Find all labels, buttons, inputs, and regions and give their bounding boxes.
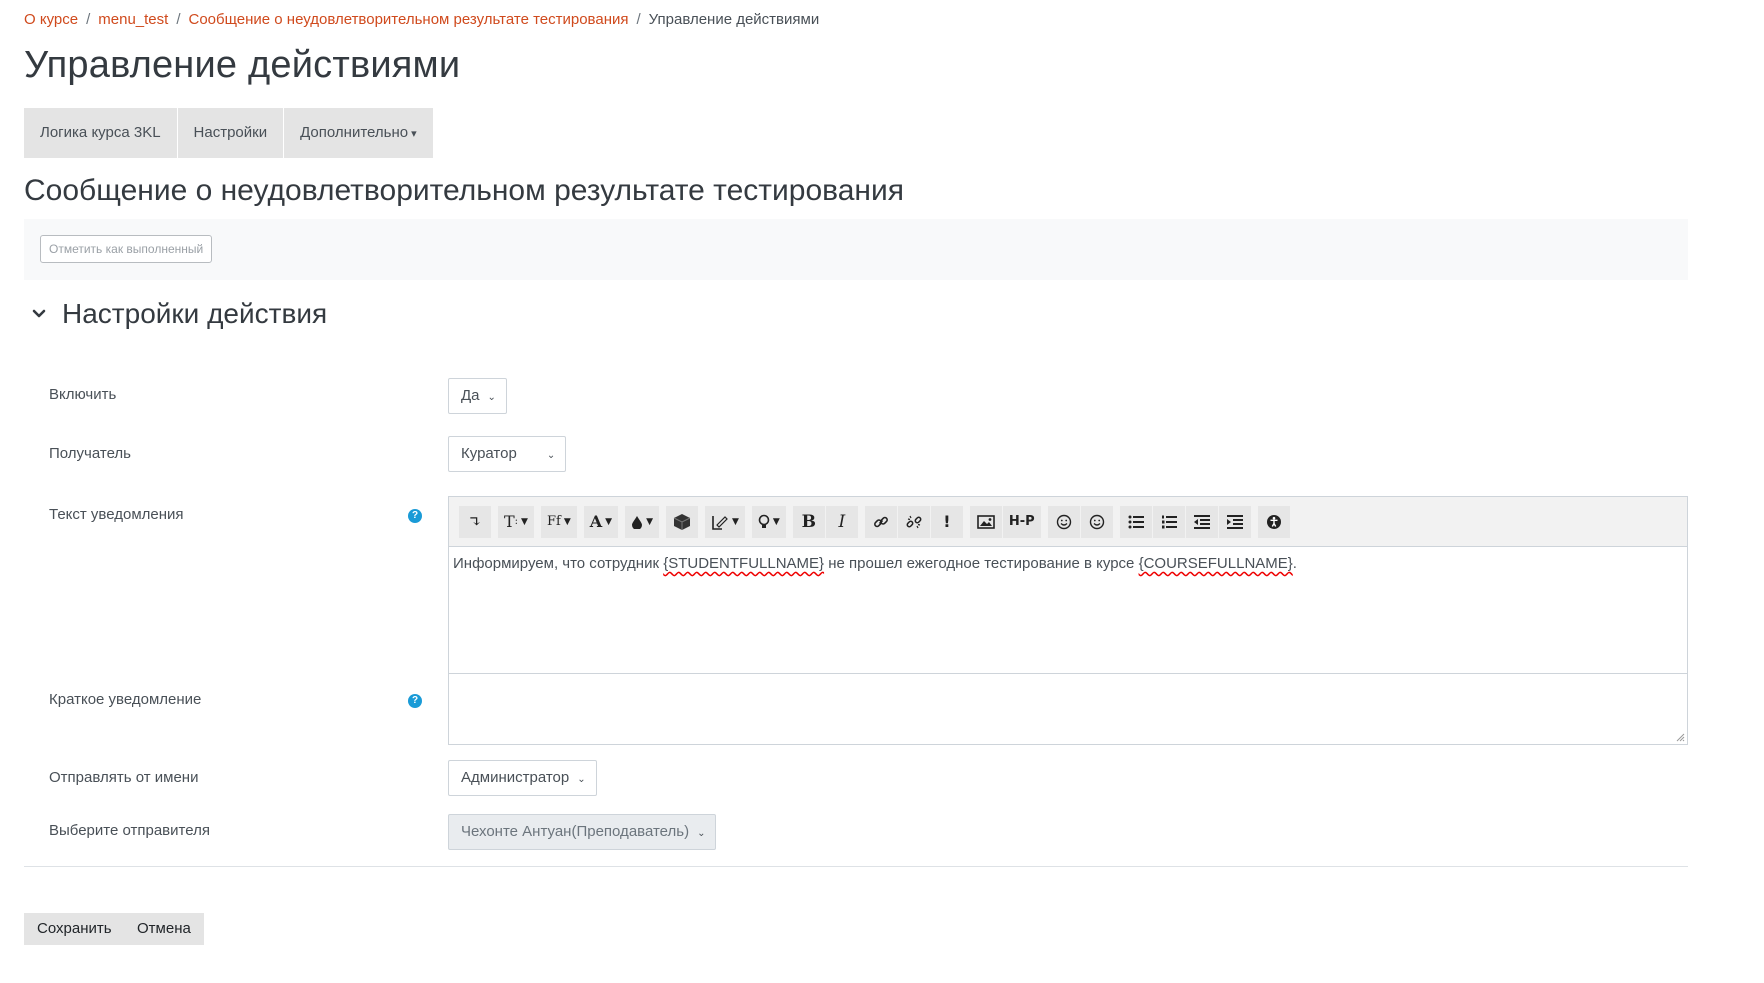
outdent-icon[interactable] [1185, 505, 1218, 538]
ordered-list-icon[interactable] [1152, 505, 1185, 538]
sender-value: Чехонте Антуан(Преподаватель) [461, 823, 690, 840]
recipient-label: Получатель [49, 445, 131, 462]
resize-handle-icon[interactable] [1675, 732, 1685, 742]
cancel-button[interactable]: Отмена [124, 913, 204, 945]
form-divider [24, 866, 1688, 867]
sender-label: Выберите отправителя [49, 822, 210, 839]
chevron-down-icon: ⌄ [577, 774, 586, 785]
section-header[interactable]: Настройки действия [32, 298, 327, 330]
smiley-icon [1056, 514, 1071, 529]
section-title: Настройки действия [62, 298, 328, 329]
breadcrumb-link-course[interactable]: О курсе [24, 11, 78, 28]
numbered-list-icon [1161, 515, 1177, 528]
breadcrumb-link-menu-test[interactable]: menu_test [98, 11, 168, 28]
accessibility-checker-icon [1266, 514, 1281, 529]
broken-link-icon [906, 515, 922, 528]
tab-course-logic[interactable]: Логика курса 3KL [24, 108, 178, 158]
cube-shape-icon [673, 513, 691, 530]
breadcrumb-separator: / [86, 11, 91, 28]
bulb-icon [758, 514, 770, 528]
placeholder-student: {STUDENTFULLNAME} [663, 555, 825, 572]
collapse-icon[interactable]: ↴ [459, 505, 491, 538]
recipient-value: Куратор [461, 445, 517, 462]
exclaim-label: ! [943, 512, 951, 531]
unlink-icon[interactable] [897, 505, 930, 538]
bold-icon[interactable]: B [792, 505, 825, 538]
send-as-select[interactable]: Администратор ⌄ [448, 760, 597, 796]
indent-icon[interactable] [1218, 505, 1251, 538]
h5p-label: H-P [1008, 514, 1035, 529]
lightbulb-icon[interactable]: ▼ [751, 505, 786, 538]
bullet-list-icon [1128, 515, 1144, 528]
tab-more[interactable]: Дополнительно ▾ [284, 108, 433, 158]
chevron-down-icon [32, 309, 46, 318]
send-as-label: Отправлять от имени [49, 769, 199, 786]
font-size-icon[interactable]: T: ▼ [498, 505, 534, 538]
help-icon[interactable]: ? [408, 509, 422, 523]
enable-select[interactable]: Да ⌄ [448, 378, 507, 414]
sender-select[interactable]: Чехонте Антуан(Преподаватель) ⌄ [448, 814, 717, 850]
bold-label: B [801, 511, 817, 532]
notification-text-label: Текст уведомления [49, 506, 184, 523]
background-color-icon[interactable]: ▼ [625, 505, 659, 538]
secondary-nav: Логика курса 3KL Настройки Дополнительно… [24, 108, 433, 158]
recipient-select[interactable]: Куратор ⌄ [448, 436, 567, 472]
send-as-value: Администратор [461, 769, 570, 786]
italic-label: I [838, 511, 846, 532]
help-icon[interactable]: ? [408, 694, 422, 708]
breadcrumb-link-activity[interactable]: Сообщение о неудовлетворительном результ… [188, 11, 628, 28]
emoji-icon[interactable] [1047, 505, 1080, 538]
message-text: не прошел ежегодное тестирование в курсе [824, 555, 1139, 572]
font-family-icon[interactable]: Ff ▼ [540, 505, 577, 538]
save-button[interactable]: Сохранить [24, 913, 125, 945]
smiley-alt-icon [1089, 514, 1104, 529]
completion-bar: Отметить как выполненный [24, 219, 1688, 280]
style-icon[interactable]: ▼ [705, 505, 745, 538]
font-color-icon[interactable]: A ▼ [583, 505, 619, 538]
exclamation-icon[interactable]: ! [930, 505, 963, 538]
h5p-icon[interactable]: H-P [1002, 505, 1041, 538]
breadcrumb-separator: / [636, 11, 641, 28]
chevron-down-icon: ▾ [411, 128, 417, 140]
chevron-down-icon: ⌄ [487, 392, 496, 403]
drop-icon [632, 515, 643, 529]
paragraph-style-icon [712, 515, 728, 530]
tab-label: Дополнительно [300, 124, 409, 141]
enable-label: Включить [49, 386, 117, 403]
unordered-list-icon[interactable] [1119, 505, 1152, 538]
font-family-label: Ff [546, 514, 561, 529]
outdent-shape-icon [1193, 514, 1210, 529]
tab-label: Настройки [193, 124, 268, 141]
mark-done-button[interactable]: Отметить как выполненный [40, 235, 213, 263]
breadcrumb: О курсе / menu_test / Сообщение о неудовлетв… [24, 11, 819, 28]
breadcrumb-current: Управление действиями [648, 11, 820, 28]
cube-icon[interactable] [666, 505, 698, 538]
page: О курсе / menu_test / Сообщение о неудовлетв… [0, 0, 1764, 983]
message-text: Информируем, что сотрудник [453, 555, 664, 572]
emoji-alt-icon[interactable] [1080, 505, 1113, 538]
image-icon[interactable] [969, 505, 1002, 538]
tab-settings[interactable]: Настройки [177, 108, 285, 158]
italic-icon[interactable]: I [825, 505, 858, 538]
short-notification-label: Краткое уведомление [49, 691, 202, 708]
editor-toolbar: ↴ T: ▼ Ff ▼ A ▼ ▼ ▼ ▼ B I ! H-P [449, 497, 1687, 547]
picture-icon [977, 514, 995, 529]
tab-label: Логика курса 3KL [40, 124, 161, 141]
chain-link-icon [873, 516, 888, 527]
message-text: . [1292, 555, 1297, 572]
editor-content[interactable]: Информируем, что сотрудник {STUDENTFULLN… [449, 547, 1687, 580]
chevron-down-icon: ⌄ [697, 828, 706, 839]
enable-value: Да [461, 387, 480, 404]
activity-title: Сообщение о неудовлетворительном результ… [24, 174, 904, 207]
placeholder-course: {COURSEFULLNAME} [1138, 555, 1293, 572]
indent-shape-icon [1226, 514, 1243, 529]
link-icon[interactable] [864, 505, 897, 538]
chevron-down-icon: ⌄ [546, 450, 556, 461]
breadcrumb-separator: / [176, 11, 181, 28]
font-color-label: A [589, 512, 603, 531]
accessibility-icon[interactable] [1257, 505, 1290, 538]
short-notification-textarea[interactable] [448, 673, 1688, 745]
page-title: Управление действиями [24, 44, 461, 86]
